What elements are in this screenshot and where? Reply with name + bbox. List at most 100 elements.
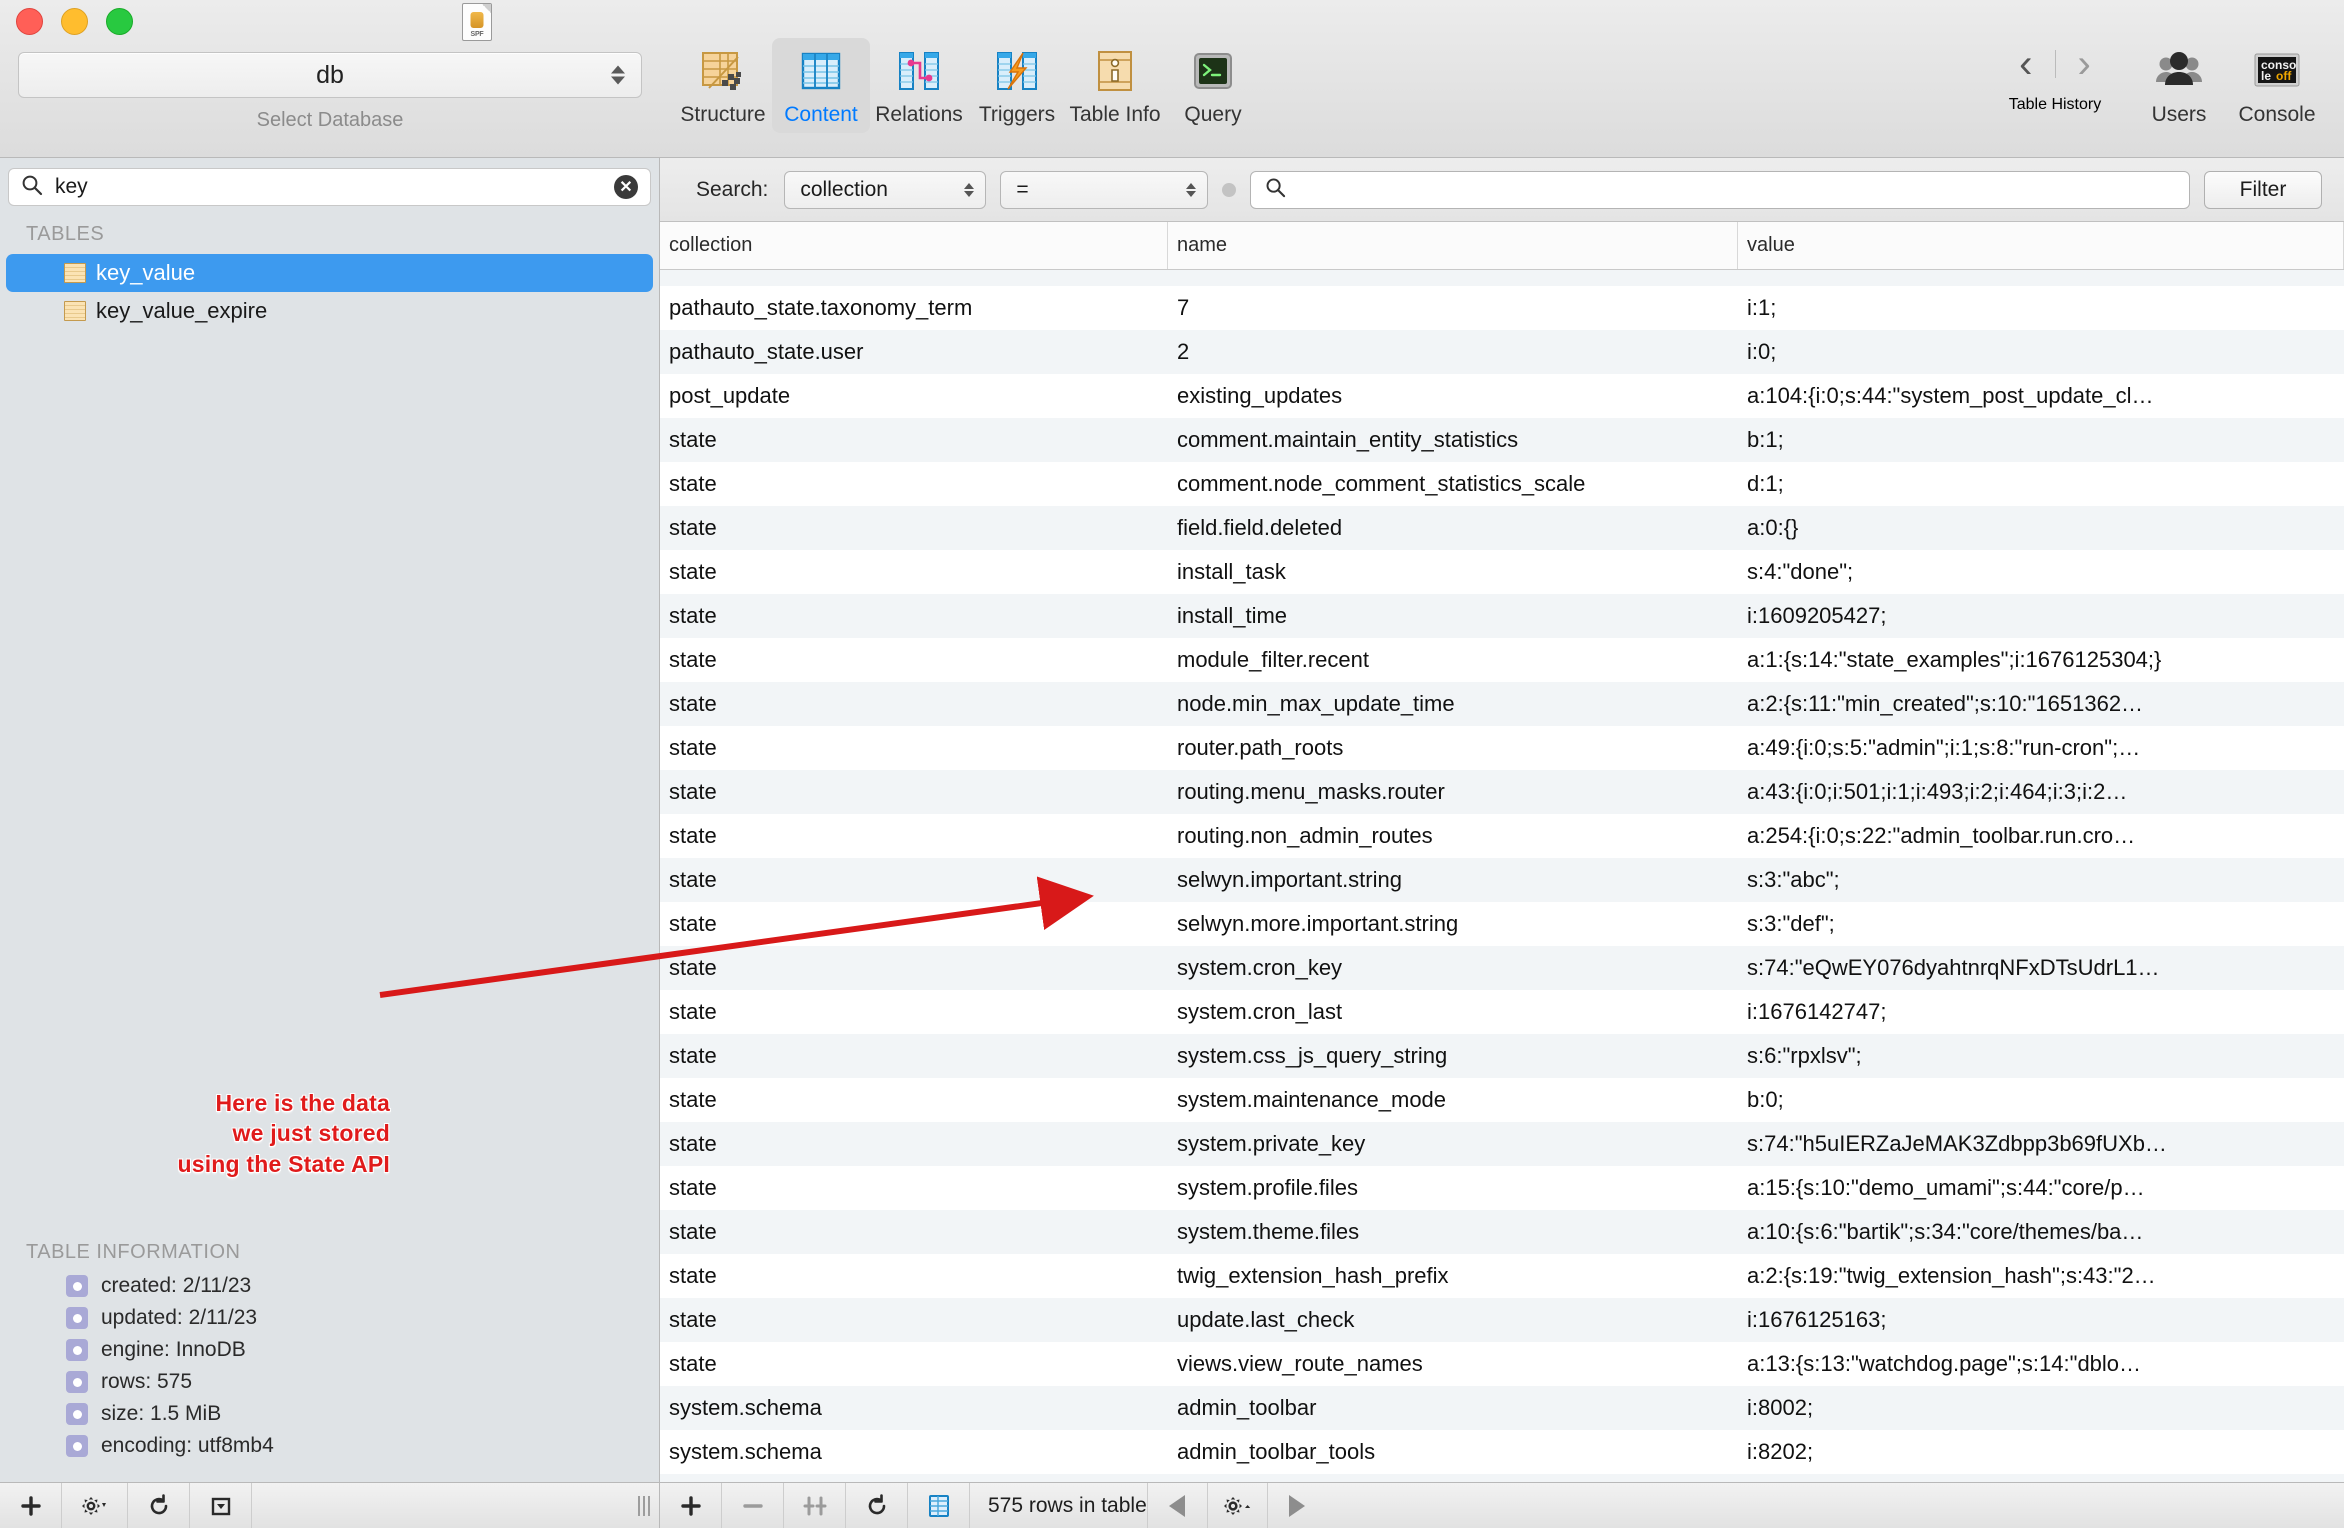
toolbar-label-content: Content [784, 103, 858, 126]
cell-value: a:2:{s:11:"min_created";s:10:"1651362… [1747, 691, 2144, 716]
filter-button[interactable]: Filter [2204, 170, 2322, 209]
table-row[interactable]: state system.css_js_query_string s:6:"rp… [660, 1034, 2344, 1078]
table-row[interactable]: state selwyn.more.important.string s:3:"… [660, 902, 2344, 946]
table-row[interactable]: state install_time i:1609205427; [660, 594, 2344, 638]
table-row[interactable]: state system.maintenance_mode b:0; [660, 1078, 2344, 1122]
table-row[interactable]: state system.profile.files a:15:{s:10:"d… [660, 1166, 2344, 1210]
chevron-left-icon[interactable]: ‹ [2019, 44, 2032, 84]
tables-list: key_value key_value_expire [0, 254, 659, 330]
table-row[interactable]: pathauto_state.user 2 i:0; [660, 330, 2344, 374]
table-row[interactable]: system.schema admin_toolbar i:8002; [660, 1386, 2344, 1430]
cell-collection: state [669, 647, 717, 672]
table-row[interactable]: state system.theme.files a:10:{s:6:"bart… [660, 1210, 2344, 1254]
toolbar-item-table-history[interactable]: ‹ › Table History [1980, 38, 2130, 114]
table-row[interactable]: state selwyn.important.string s:3:"abc"; [660, 858, 2344, 902]
toolbar-item-users[interactable]: Users [2130, 38, 2228, 133]
toolbar-item-structure[interactable]: Structure [674, 38, 772, 133]
table-row[interactable]: state field.field.deleted a:0:{} [660, 506, 2344, 550]
cell-value: i:0; [1747, 339, 1777, 364]
cell-collection: state [669, 427, 717, 452]
cell-value: a:43:{i:0;i:501;i:1;i:493;i:2;i:464;i:3;… [1747, 779, 2128, 804]
bullet-icon [66, 1307, 88, 1329]
view-row-editor-button[interactable] [908, 1483, 970, 1528]
table-row[interactable]: state node.min_max_update_time a:2:{s:11… [660, 682, 2344, 726]
add-table-button[interactable] [0, 1483, 62, 1528]
table-icon [64, 301, 86, 321]
cell-value: a:1:{s:14:"state_examples";i:1676125304;… [1747, 647, 2162, 672]
results-grid[interactable]: pathauto_state.node 5 i:1; pathauto_stat… [660, 270, 2344, 1482]
table-row[interactable]: state comment.maintain_entity_statistics… [660, 418, 2344, 462]
table-row[interactable]: state update.last_check i:1676125163; [660, 1298, 2344, 1342]
next-page-button[interactable] [1266, 1483, 1327, 1528]
table-info-value: created: 2/11/23 [101, 1274, 252, 1297]
table-row[interactable]: state comment.node_comment_statistics_sc… [660, 462, 2344, 506]
sidebar-item-key-value[interactable]: key_value [6, 254, 653, 292]
toolbar-item-triggers[interactable]: Triggers [968, 38, 1066, 133]
reload-rows-button[interactable] [846, 1483, 908, 1528]
table-row[interactable]: state system.private_key s:74:"h5uIERZaJ… [660, 1122, 2344, 1166]
refresh-tables-button[interactable] [128, 1483, 190, 1528]
table-icon [64, 263, 86, 283]
table-row[interactable]: pathauto_state.taxonomy_term 7 i:1; [660, 286, 2344, 330]
cell-name: views.view_route_names [1177, 1351, 1423, 1376]
table-row[interactable]: state twig_extension_hash_prefix a:2:{s:… [660, 1254, 2344, 1298]
toolbar-item-relations[interactable]: Relations [870, 38, 968, 133]
toolbar-item-console[interactable]: conso le off Console [2228, 38, 2326, 133]
table-row[interactable]: state routing.menu_masks.router a:43:{i:… [660, 770, 2344, 814]
table-info-updated: updated: 2/11/23 [0, 1306, 659, 1338]
duplicate-row-button[interactable] [784, 1483, 846, 1528]
cell-name: routing.non_admin_routes [1177, 823, 1433, 848]
table-info-icon [1089, 45, 1141, 97]
previous-page-button[interactable] [1146, 1483, 1207, 1528]
bullet-icon [66, 1403, 88, 1425]
table-row[interactable]: post_update existing_updates a:104:{i:0;… [660, 374, 2344, 418]
table-row[interactable]: state router.path_roots a:49:{i:0;s:5:"a… [660, 726, 2344, 770]
chevron-right-icon[interactable]: › [2078, 44, 2091, 84]
toolbar-item-table-info[interactable]: Table Info [1066, 38, 1164, 133]
cell-name: update.last_check [1177, 1307, 1355, 1332]
column-header-collection[interactable]: collection [660, 222, 1168, 269]
cell-collection: state [669, 911, 717, 936]
sidebar-item-key-value-expire[interactable]: key_value_expire [6, 292, 653, 330]
pagination-settings-button[interactable] [1206, 1483, 1267, 1528]
table-row[interactable]: state views.view_route_names a:13:{s:13:… [660, 1342, 2344, 1386]
resize-grip-icon[interactable] [629, 1483, 659, 1528]
history-arrows-icon: ‹ › [2019, 38, 2091, 90]
cell-name: system.maintenance_mode [1177, 1087, 1447, 1112]
cell-collection: post_update [669, 383, 791, 408]
table-row[interactable]: system.schema automated_cron i:8000; [660, 1474, 2344, 1482]
add-row-button[interactable] [660, 1483, 722, 1528]
toolbar-item-content[interactable]: Content [772, 38, 870, 133]
cell-value: s:74:"h5uIERZaJeMAK3Zdbpp3b69fUXb… [1747, 1131, 2167, 1156]
database-selector-zone: db Select Database [0, 0, 660, 157]
filter-field-select[interactable]: collection [784, 170, 987, 209]
table-row[interactable]: state system.cron_last i:1676142747; [660, 990, 2344, 1034]
filter-button-label: Filter [2239, 177, 2287, 201]
remove-row-button[interactable] [722, 1483, 784, 1528]
filter-tables-button[interactable] [190, 1483, 252, 1528]
table-info-value: size: 1.5 MiB [101, 1402, 222, 1425]
table-row[interactable]: state system.cron_key s:74:"eQwEY076dyah… [660, 946, 2344, 990]
filter-operator-select[interactable]: = [1000, 170, 1209, 209]
cell-value: a:49:{i:0;s:5:"admin";i:1;s:8:"run-cron"… [1747, 735, 2141, 760]
select-database-label: Select Database [256, 109, 404, 131]
table-name-label: key_value [96, 260, 196, 285]
table-row[interactable]: state install_task s:4:"done"; [660, 550, 2344, 594]
sidebar-bottom-bar [0, 1482, 660, 1528]
table-structure-icon [697, 45, 749, 97]
window-body: key ✕ TABLES key_value key_value_expire … [0, 158, 2344, 1482]
table-row[interactable]: state module_filter.recent a:1:{s:14:"st… [660, 638, 2344, 682]
table-row[interactable]: state routing.non_admin_routes a:254:{i:… [660, 814, 2344, 858]
window-titlebar: SPF db Select Database Structure Content… [0, 0, 2344, 158]
clear-search-icon[interactable]: ✕ [614, 175, 638, 199]
column-header-name[interactable]: name [1168, 222, 1738, 269]
filter-query-input[interactable] [1250, 170, 2190, 209]
cell-value: a:0:{} [1747, 515, 1799, 540]
column-header-value[interactable]: value [1738, 222, 2344, 269]
toolbar-label-relations: Relations [875, 103, 963, 126]
toolbar-item-query[interactable]: Query [1164, 38, 1262, 133]
select-database-dropdown[interactable]: db [18, 52, 642, 98]
table-actions-button[interactable] [62, 1483, 128, 1528]
table-row[interactable]: system.schema admin_toolbar_tools i:8202… [660, 1430, 2344, 1474]
tables-search-field[interactable]: key ✕ [8, 168, 651, 206]
